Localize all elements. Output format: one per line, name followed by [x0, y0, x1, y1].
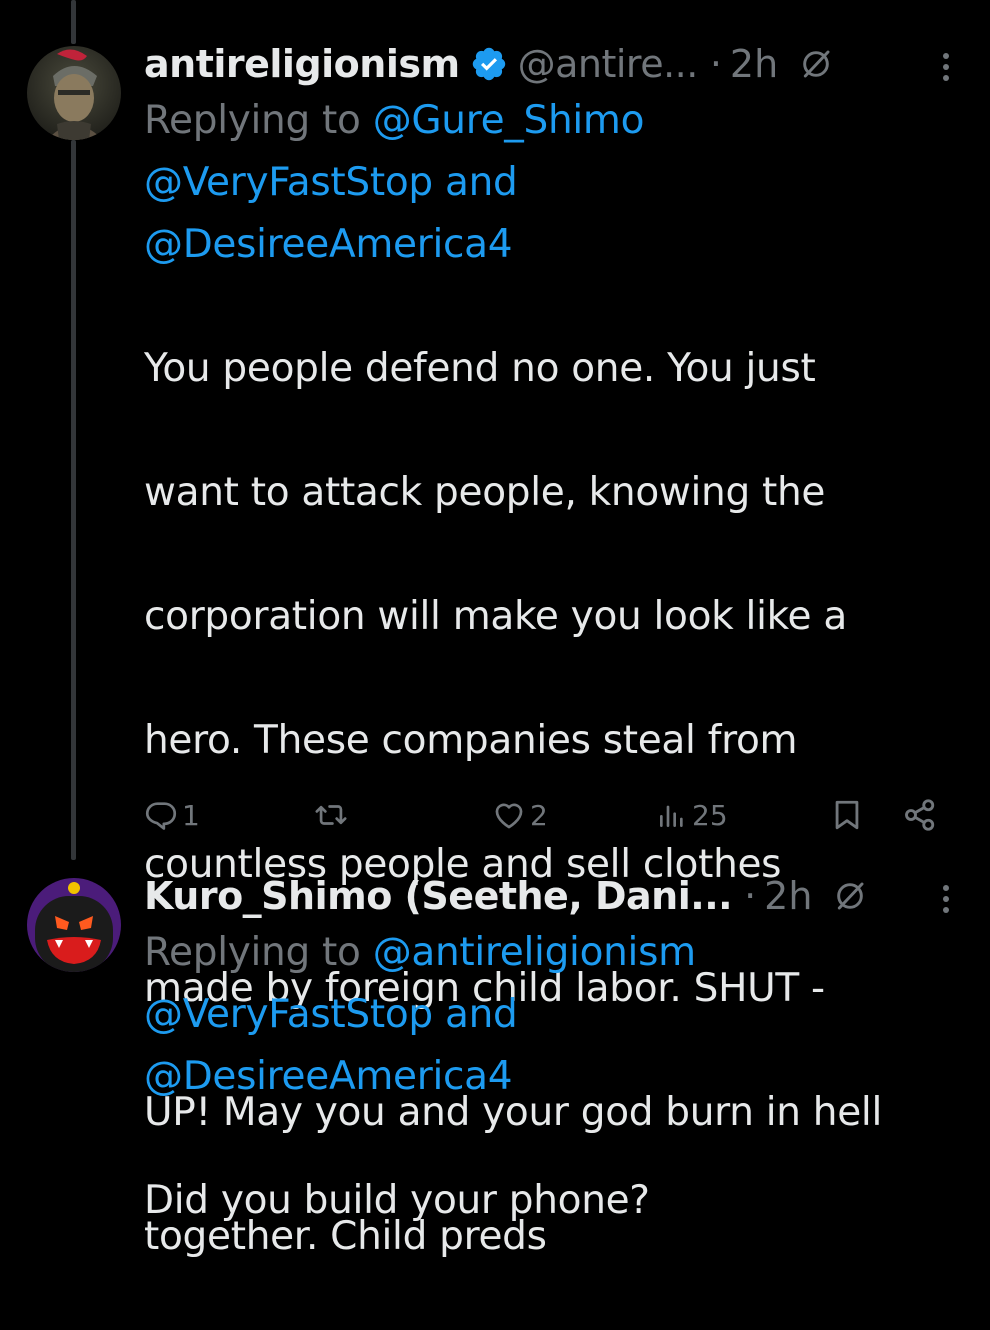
tweet-text-line: want to attack people, knowing the [144, 470, 826, 515]
mention-link[interactable]: @DesireeAmerica4 [144, 1054, 513, 1099]
tweet-text-line: corporation will make you look like a [144, 594, 847, 639]
tweet-header: antireligionism @antire... · 2h [144, 38, 964, 90]
replying-to-label: Replying to [144, 98, 361, 143]
tweet-text-line: hero. These companies steal from [144, 718, 798, 763]
reply-button[interactable]: 1 [144, 790, 200, 840]
timestamp[interactable]: 2h [764, 870, 812, 922]
mention-link[interactable]: @VeryFastStop [144, 160, 433, 205]
replying-to-label: Replying to [144, 930, 361, 975]
tweet-header: Kuro_Shimo (Seethe, Dani... · 2h [144, 870, 964, 922]
tweet-text-line: Did you build your phone? [144, 1178, 650, 1223]
tweet-text-line: You people defend no one. You just [144, 346, 816, 391]
share-button[interactable] [902, 790, 938, 840]
more-vertical-icon[interactable] [942, 884, 950, 914]
like-count: 2 [530, 798, 548, 832]
views-count: 25 [692, 798, 728, 832]
user-handle[interactable]: @antire... [518, 38, 699, 90]
verified-badge-icon [470, 45, 508, 83]
heart-icon [492, 798, 526, 832]
timestamp[interactable]: 2h [730, 38, 778, 90]
replying-to: Replying to @antireligionism @VeryFastSt… [144, 922, 964, 1108]
mention-link[interactable]: @DesireeAmerica4 [144, 222, 513, 267]
tweet-text: Did you build your phone? [144, 1108, 964, 1294]
grok-icon[interactable] [834, 880, 866, 912]
devil-face-avatar-image [27, 878, 121, 972]
bookmark-icon [830, 797, 864, 833]
share-icon [902, 797, 938, 833]
views-chart-icon [656, 798, 688, 832]
mention-link[interactable]: @antireligionism [373, 930, 696, 975]
repost-icon [312, 798, 350, 832]
repost-button[interactable] [312, 790, 354, 840]
like-button[interactable]: 2 [492, 790, 548, 840]
mention-joiner[interactable]: and [445, 992, 518, 1037]
mention-joiner[interactable]: and [445, 160, 518, 205]
separator-dot: · [709, 42, 722, 86]
separator-dot: · [744, 874, 757, 918]
avatar[interactable] [27, 878, 121, 972]
replying-to: Replying to @Gure_Shimo @VeryFastStop an… [144, 90, 964, 276]
mention-link[interactable]: @Gure_Shimo [373, 98, 645, 143]
thread-line-top [71, 0, 76, 44]
more-vertical-icon[interactable] [942, 52, 950, 82]
mention-link[interactable]: @VeryFastStop [144, 992, 433, 1037]
thread-line-connector [71, 140, 76, 860]
grok-icon[interactable] [800, 48, 832, 80]
bookmark-button[interactable] [830, 790, 864, 840]
reply-count: 1 [182, 798, 200, 832]
views-button[interactable]: 25 [656, 790, 728, 840]
warrior-avatar-image [27, 46, 121, 140]
reply-icon [144, 798, 178, 832]
avatar[interactable] [27, 46, 121, 140]
tweet-actions: 1 2 25 [144, 790, 944, 840]
display-name[interactable]: antireligionism [144, 38, 460, 90]
display-name[interactable]: Kuro_Shimo (Seethe, Dani... [144, 870, 733, 922]
